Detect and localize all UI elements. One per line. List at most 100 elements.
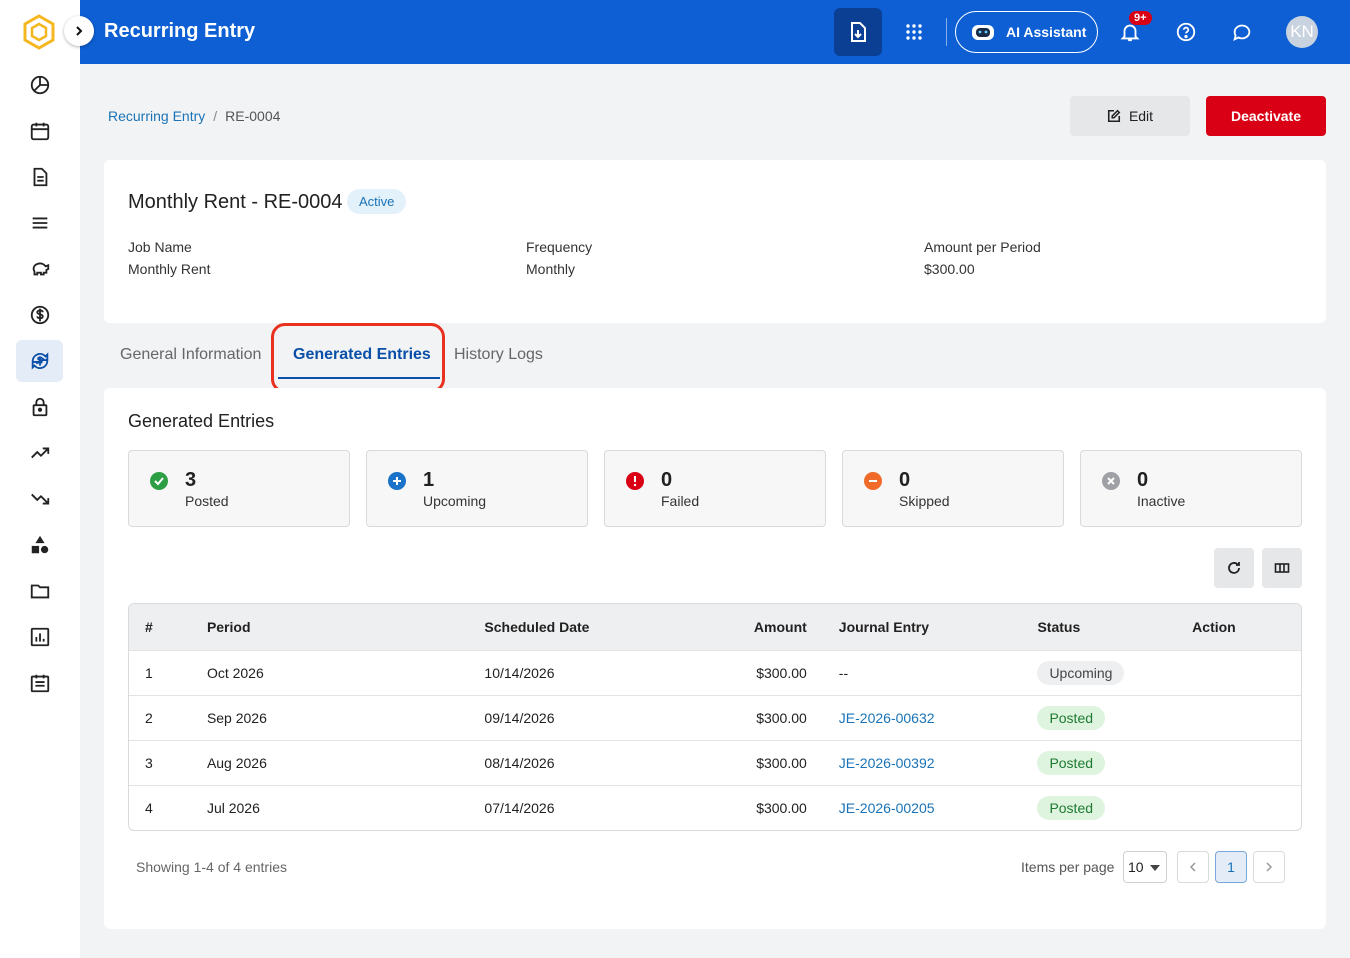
edit-button[interactable]: Edit: [1070, 96, 1190, 136]
pagination-summary: Showing 1-4 of 4 entries: [136, 859, 287, 875]
column-header-amount[interactable]: Amount: [668, 604, 823, 650]
journal-entry-link[interactable]: JE-2026-00205: [839, 800, 935, 816]
cell-action: [1176, 741, 1301, 785]
sidebar-item-decline[interactable]: [16, 478, 63, 520]
page-title: Recurring Entry: [104, 20, 256, 42]
cell-scheduled-date: 10/14/2026: [484, 665, 555, 681]
sidebar-item-finance[interactable]: [16, 294, 63, 336]
calendar-list-icon: [30, 674, 49, 693]
stat-failed[interactable]: 0 Failed: [604, 450, 826, 527]
sidebar-item-reports[interactable]: [16, 616, 63, 658]
apps-button[interactable]: [900, 8, 928, 56]
notification-badge: 9+: [1129, 11, 1152, 25]
stat-skipped[interactable]: 0 Skipped: [842, 450, 1064, 527]
chat-button[interactable]: [1228, 8, 1256, 56]
sidebar-item-calendar[interactable]: [16, 110, 63, 152]
cell-status: Posted: [1021, 786, 1176, 830]
stat-inactive[interactable]: 0 Inactive: [1080, 450, 1302, 527]
items-per-page-select[interactable]: 10: [1123, 851, 1167, 883]
sidebar-item-security[interactable]: [16, 386, 63, 428]
deactivate-button[interactable]: Deactivate: [1206, 96, 1326, 136]
cell-journal-entry: JE-2026-00205: [823, 786, 1022, 830]
sidebar-item-recurring[interactable]: [16, 340, 63, 382]
sidebar-item-list[interactable]: [16, 202, 63, 244]
cell-number: 1: [145, 665, 153, 681]
user-avatar[interactable]: KN: [1286, 16, 1318, 48]
field-value: Monthly Rent: [128, 261, 211, 277]
field-label: Amount per Period: [924, 239, 1041, 255]
stat-count: 0: [1137, 469, 1149, 491]
ai-assistant-button[interactable]: AI Assistant: [955, 11, 1098, 53]
sidebar-item-growth[interactable]: [16, 432, 63, 474]
field-label: Frequency: [526, 239, 593, 255]
cell-period: Jul 2026: [206, 800, 260, 816]
chevron-right-icon: [1266, 862, 1273, 872]
top-header: Recurring Entry AI Assistant 9+ KN: [80, 0, 1350, 64]
plus-circle-icon: [388, 472, 406, 490]
refresh-button[interactable]: [1214, 548, 1254, 588]
export-button[interactable]: [834, 8, 882, 56]
cell-number: 4: [145, 800, 153, 816]
breadcrumb-parent-link[interactable]: Recurring Entry: [108, 108, 205, 124]
column-header-action[interactable]: Action: [1176, 604, 1301, 650]
cell-number: 3: [145, 755, 153, 771]
pie-chart-icon: [30, 75, 49, 95]
cell-journal-entry: JE-2026-00392: [823, 741, 1022, 785]
check-circle-icon: [150, 472, 168, 490]
stat-label: Failed: [661, 493, 700, 509]
cell-scheduled-date: 07/14/2026: [484, 800, 555, 816]
cell-number: 2: [145, 710, 153, 726]
sidebar-item-schedule[interactable]: [16, 662, 63, 704]
download-document-icon: [851, 22, 866, 42]
stat-count: 0: [899, 469, 911, 491]
cell-period: Aug 2026: [206, 755, 267, 771]
column-header-period[interactable]: Period: [191, 604, 468, 650]
document-icon: [33, 167, 47, 187]
stat-label: Upcoming: [423, 493, 487, 509]
column-header-journal-entry[interactable]: Journal Entry: [823, 604, 1022, 650]
piggy-bank-icon: [32, 262, 49, 276]
help-button[interactable]: [1172, 8, 1200, 56]
sidebar-item-dashboard[interactable]: [16, 64, 63, 106]
next-page-button[interactable]: [1253, 851, 1285, 883]
app-logo-icon[interactable]: [22, 14, 56, 50]
calendar-icon: [30, 122, 49, 141]
robot-icon: [972, 25, 994, 40]
column-header-status[interactable]: Status: [1021, 604, 1176, 650]
tab-general-information[interactable]: General Information: [120, 346, 261, 364]
field-frequency: Frequency Monthly: [526, 239, 592, 277]
column-header-scheduled-date[interactable]: Scheduled Date: [468, 604, 668, 650]
stat-posted[interactable]: 3 Posted: [128, 450, 350, 527]
sidebar-item-documents[interactable]: [16, 156, 63, 198]
sidebar-item-savings[interactable]: [16, 248, 63, 290]
cell-amount: $300.00: [756, 665, 807, 681]
cell-period: Sep 2026: [206, 710, 267, 726]
sidebar-item-assets[interactable]: [16, 524, 63, 566]
status-badge: Posted: [1037, 706, 1106, 730]
status-badge: Posted: [1037, 751, 1106, 775]
columns-icon: [1274, 563, 1290, 573]
columns-button[interactable]: [1262, 548, 1302, 588]
tab-history-logs[interactable]: History Logs: [454, 346, 543, 364]
sidebar-item-files[interactable]: [16, 570, 63, 612]
recurring-dollar-icon: [31, 352, 48, 370]
trending-up-icon: [30, 447, 49, 459]
field-job-name: Job Name Monthly Rent: [128, 239, 210, 277]
cell-status: Posted: [1021, 741, 1176, 785]
stat-upcoming[interactable]: 1 Upcoming: [366, 450, 588, 527]
journal-entry-link[interactable]: JE-2026-00392: [839, 755, 935, 771]
grid-dots-icon: [906, 24, 922, 40]
ai-assistant-label: AI Assistant: [1006, 24, 1087, 40]
cell-period: Oct 2026: [206, 665, 264, 681]
table-header: # Period Scheduled Date Amount Journal E…: [129, 604, 1301, 650]
stat-label: Inactive: [1137, 493, 1186, 509]
journal-entry-link[interactable]: JE-2026-00632: [839, 710, 935, 726]
table-row: 3 Aug 2026 08/14/2026 $300.00 JE-2026-00…: [129, 740, 1301, 785]
cell-amount: $300.00: [756, 755, 807, 771]
page-button-current[interactable]: 1: [1215, 851, 1247, 883]
items-per-page-value: 10: [1128, 859, 1144, 875]
sidebar-expand-button[interactable]: [64, 16, 94, 46]
previous-page-button[interactable]: [1177, 851, 1209, 883]
column-header-number[interactable]: #: [129, 604, 191, 650]
field-amount-per-period: Amount per Period $300.00: [924, 239, 1041, 277]
